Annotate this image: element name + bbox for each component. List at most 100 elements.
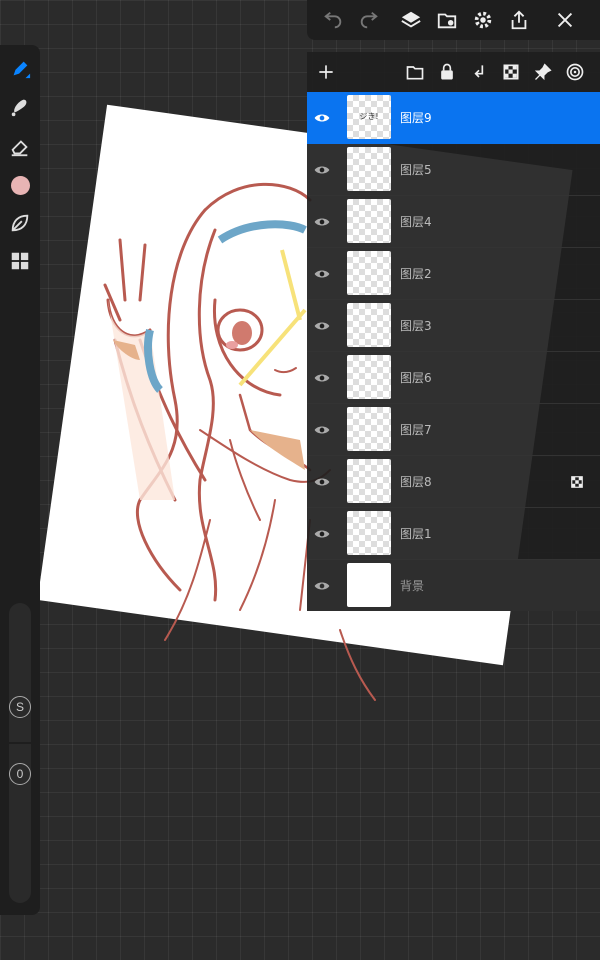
eye-icon bbox=[314, 478, 330, 485]
layer-thumbnail bbox=[347, 251, 391, 295]
visibility-toggle[interactable] bbox=[307, 578, 337, 594]
share-button[interactable] bbox=[501, 0, 537, 40]
layer-row[interactable]: 图层1 bbox=[307, 508, 600, 560]
merge-down-icon bbox=[474, 65, 484, 78]
background-layer-row[interactable]: 背景 bbox=[307, 560, 600, 611]
layer-name: 图层5 bbox=[400, 163, 432, 177]
import-icon bbox=[437, 13, 457, 29]
layers-panel: ジき! 图层9 图层5 图层4 图层2 图层3 图层6 图层7 图层8 图层1 … bbox=[307, 52, 600, 611]
layer-row[interactable]: 图层5 bbox=[307, 144, 600, 196]
layer-thumbnail: ジき! bbox=[347, 95, 391, 139]
eraser-tool-button[interactable] bbox=[0, 129, 40, 165]
eye-icon bbox=[314, 322, 330, 329]
undo-button[interactable] bbox=[315, 0, 351, 40]
pin-icon bbox=[534, 63, 552, 81]
layer-row[interactable]: ジき! 图层9 bbox=[307, 92, 600, 144]
leaf-icon bbox=[11, 214, 29, 232]
layer-thumbnail bbox=[347, 199, 391, 243]
grid-icon bbox=[11, 252, 29, 270]
visibility-toggle[interactable] bbox=[307, 370, 337, 386]
visibility-toggle[interactable] bbox=[307, 214, 337, 230]
layer-row[interactable]: 图层4 bbox=[307, 196, 600, 248]
slider-divider bbox=[9, 742, 31, 744]
add-layer-button[interactable] bbox=[307, 52, 345, 92]
layer-thumbnail bbox=[347, 563, 391, 607]
visibility-toggle[interactable] bbox=[307, 110, 337, 126]
color-button[interactable] bbox=[0, 167, 40, 203]
layer-row[interactable]: 图层6 bbox=[307, 352, 600, 404]
layers-panel-header bbox=[307, 52, 600, 92]
transparency-icon bbox=[571, 475, 583, 488]
folder-button[interactable] bbox=[399, 52, 431, 92]
lock-button[interactable] bbox=[431, 52, 463, 92]
eye-icon bbox=[314, 270, 330, 277]
settings-icon bbox=[474, 11, 492, 29]
left-toolbar: S 0 bbox=[0, 45, 40, 915]
top-toolbar bbox=[307, 0, 600, 40]
redo-button[interactable] bbox=[351, 0, 387, 40]
smudge-icon bbox=[11, 99, 27, 117]
more-button[interactable] bbox=[559, 52, 591, 92]
more-icon bbox=[566, 63, 584, 81]
import-button[interactable] bbox=[429, 0, 465, 40]
transparency-button[interactable] bbox=[495, 52, 527, 92]
visibility-toggle[interactable] bbox=[307, 474, 337, 490]
layer-row[interactable]: 图层7 bbox=[307, 404, 600, 456]
eye-icon bbox=[314, 530, 330, 537]
layer-name: 图层2 bbox=[400, 267, 432, 281]
color-swatch bbox=[10, 175, 30, 195]
eye-icon bbox=[314, 374, 330, 381]
layer-name: 背景 bbox=[400, 579, 425, 593]
transparency-icon bbox=[503, 64, 519, 80]
brush-slider[interactable] bbox=[9, 603, 31, 903]
add-layer-icon bbox=[319, 65, 333, 79]
eye-icon bbox=[314, 582, 330, 589]
folder-icon bbox=[406, 66, 424, 80]
layer-name: 图层8 bbox=[400, 475, 432, 489]
layer-name: 图层1 bbox=[400, 527, 432, 541]
layer-name: 图层4 bbox=[400, 215, 432, 229]
eye-icon bbox=[314, 166, 330, 173]
share-icon bbox=[511, 10, 527, 30]
visibility-toggle[interactable] bbox=[307, 318, 337, 334]
undo-icon bbox=[324, 11, 342, 29]
layer-name: 图层3 bbox=[400, 319, 432, 333]
opacity-badge: 0 bbox=[9, 763, 31, 785]
eraser-icon bbox=[11, 140, 28, 157]
eye-icon bbox=[314, 114, 330, 121]
layer-row[interactable]: 图层2 bbox=[307, 248, 600, 300]
layer-name: 图层7 bbox=[400, 423, 432, 437]
visibility-toggle[interactable] bbox=[307, 422, 337, 438]
layers-button[interactable] bbox=[393, 0, 429, 40]
merge-down-button[interactable] bbox=[463, 52, 495, 92]
layer-thumbnail bbox=[347, 303, 391, 347]
settings-button[interactable] bbox=[465, 0, 501, 40]
layer-thumbnail bbox=[347, 355, 391, 399]
layer-name: 图层9 bbox=[400, 111, 432, 125]
layer-thumbnail bbox=[347, 407, 391, 451]
redo-icon bbox=[360, 11, 378, 29]
visibility-toggle[interactable] bbox=[307, 526, 337, 542]
smudge-tool-button[interactable] bbox=[0, 89, 40, 125]
grid-tool-button[interactable] bbox=[0, 243, 40, 279]
layer-row[interactable]: 图层8 bbox=[307, 456, 600, 508]
lock-icon bbox=[441, 63, 453, 80]
eye-icon bbox=[314, 218, 330, 225]
eye-icon bbox=[314, 426, 330, 433]
close-icon bbox=[557, 12, 573, 28]
pen-tool-button[interactable] bbox=[0, 51, 40, 87]
layers-icon bbox=[401, 11, 421, 28]
pen-icon bbox=[13, 61, 31, 79]
layer-thumbnail bbox=[347, 511, 391, 555]
brush-size-badge: S bbox=[9, 696, 31, 718]
visibility-toggle[interactable] bbox=[307, 162, 337, 178]
close-button[interactable] bbox=[547, 0, 583, 40]
layer-thumbnail bbox=[347, 147, 391, 191]
layer-list: ジき! 图层9 图层5 图层4 图层2 图层3 图层6 图层7 图层8 图层1 … bbox=[307, 92, 600, 611]
visibility-toggle[interactable] bbox=[307, 266, 337, 282]
layer-thumbnail bbox=[347, 459, 391, 503]
pin-button[interactable] bbox=[527, 52, 559, 92]
leaf-tool-button[interactable] bbox=[0, 205, 40, 241]
layer-row[interactable]: 图层3 bbox=[307, 300, 600, 352]
layer-name: 图层6 bbox=[400, 371, 432, 385]
